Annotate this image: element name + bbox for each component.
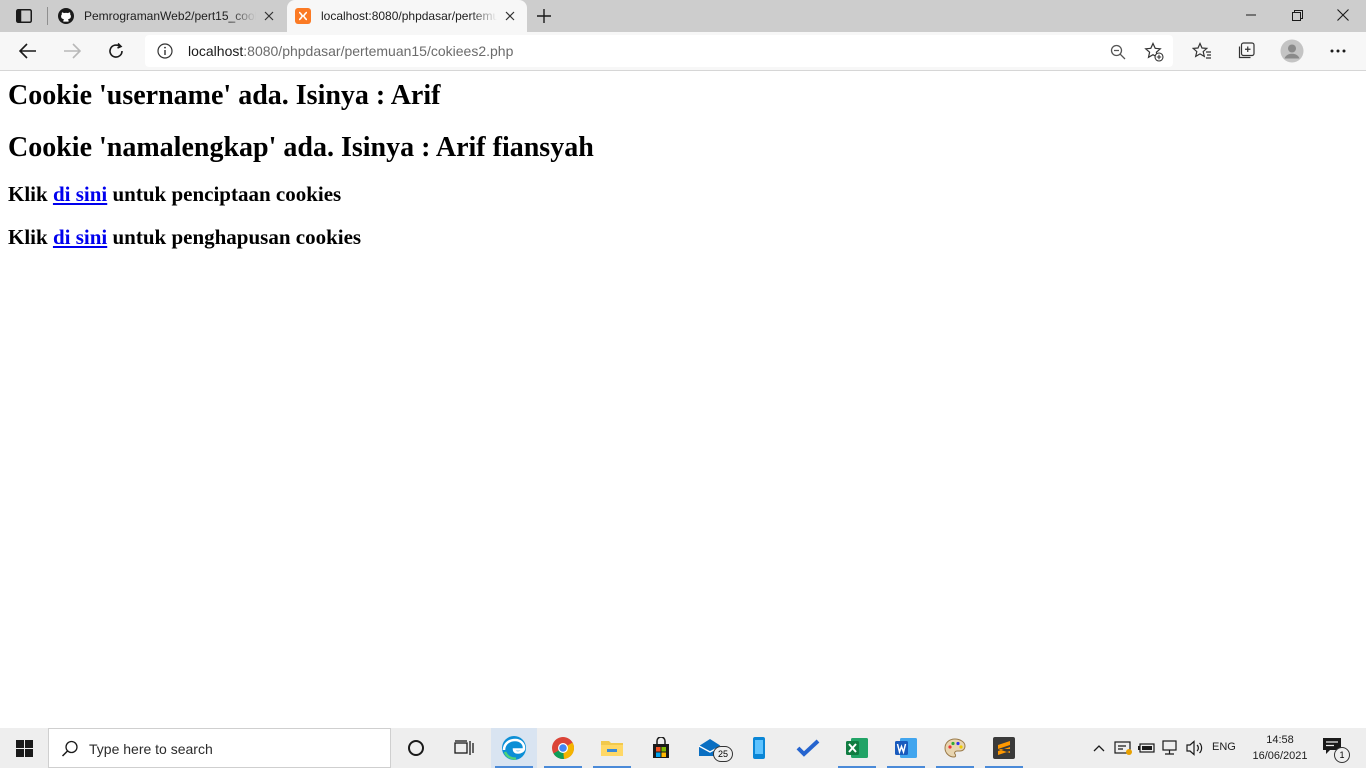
new-tab-button[interactable] (533, 6, 555, 26)
file-explorer-icon[interactable] (589, 728, 635, 768)
todo-icon[interactable] (785, 728, 831, 768)
tab-actions-icon[interactable] (10, 6, 38, 26)
chrome-taskbar-icon[interactable] (540, 728, 586, 768)
github-icon (58, 8, 74, 24)
volume-icon[interactable] (1186, 739, 1204, 757)
tab-close-icon[interactable] (501, 7, 519, 25)
word-icon[interactable] (883, 728, 929, 768)
line-prefix: Klik (8, 225, 53, 249)
xampp-icon (295, 8, 311, 24)
delete-cookies-link[interactable]: di sini (53, 225, 107, 249)
line-suffix: untuk penciptaan cookies (107, 182, 342, 206)
clock-time: 14:58 (1266, 734, 1294, 746)
favorites-icon[interactable] (1186, 35, 1218, 67)
url-text[interactable]: localhost:8080/phpdasar/pertemuan15/coki… (188, 43, 513, 59)
tab-localhost[interactable]: localhost:8080/phpdasar/pertemuan15/coki… (287, 0, 527, 32)
cortana-icon[interactable] (393, 728, 439, 768)
zoom-icon[interactable] (1107, 41, 1129, 63)
language-indicator[interactable]: ENG (1212, 741, 1236, 753)
tab-separator (47, 7, 48, 25)
sublime-text-icon[interactable] (981, 728, 1027, 768)
tray-app-icon[interactable] (1114, 739, 1132, 757)
phone-app-icon[interactable] (736, 728, 782, 768)
notification-badge: 1 (1334, 747, 1350, 763)
paint-icon[interactable] (932, 728, 978, 768)
refresh-button[interactable] (100, 35, 132, 67)
windows-logo-icon (15, 739, 33, 757)
line-suffix: untuk penghapusan cookies (107, 225, 362, 249)
clock-date: 16/06/2021 (1252, 750, 1308, 762)
page-content: Cookie 'username' ada. Isinya : Arif Coo… (0, 71, 1366, 728)
mail-badge: 25 (713, 746, 733, 762)
task-view-icon[interactable] (441, 728, 487, 768)
collections-icon[interactable] (1230, 35, 1262, 67)
site-info-icon[interactable] (157, 43, 173, 64)
taskbar-search-box[interactable]: Type here to search (48, 728, 391, 768)
show-hidden-icons-icon[interactable] (1090, 739, 1108, 757)
url-path: :8080/phpdasar/pertemuan15/cokiees2.php (243, 43, 514, 59)
address-bar[interactable]: localhost:8080/phpdasar/pertemuan15/coki… (145, 35, 1173, 67)
windows-taskbar: Type here to search 25 ENG 14:58 16/06/2… (0, 728, 1366, 768)
url-host: localhost (188, 43, 244, 59)
battery-icon[interactable] (1138, 739, 1156, 757)
tab-github[interactable]: PemrogramanWeb2/pert15_cookies at main (50, 0, 286, 32)
excel-icon[interactable] (834, 728, 880, 768)
search-icon (61, 740, 79, 763)
back-button[interactable] (12, 35, 44, 67)
create-cookies-link[interactable]: di sini (53, 182, 107, 206)
add-favorite-icon[interactable] (1143, 41, 1165, 63)
line-prefix: Klik (8, 182, 53, 206)
cookie-username-heading: Cookie 'username' ada. Isinya : Arif (8, 80, 441, 111)
notifications-icon[interactable]: 1 (1322, 737, 1350, 763)
mail-icon[interactable]: 25 (687, 728, 733, 768)
network-icon[interactable] (1162, 739, 1180, 757)
profile-avatar-icon[interactable] (1276, 35, 1308, 67)
delete-cookies-line: Klik di sini untuk penghapusan cookies (8, 227, 361, 248)
cookie-namalengkap-heading: Cookie 'namalengkap' ada. Isinya : Arif … (8, 132, 594, 163)
tab-title: PemrogramanWeb2/pert15_cookies at main (84, 9, 256, 23)
browser-tab-strip: PemrogramanWeb2/pert15_cookies at main l… (0, 0, 1366, 32)
browser-toolbar: localhost:8080/phpdasar/pertemuan15/coki… (0, 32, 1366, 71)
minimize-button[interactable] (1228, 0, 1274, 30)
start-button[interactable] (0, 728, 48, 768)
forward-button[interactable] (56, 35, 88, 67)
store-icon[interactable] (638, 728, 684, 768)
search-placeholder: Type here to search (89, 741, 213, 757)
edge-taskbar-icon[interactable] (491, 728, 537, 768)
create-cookies-line: Klik di sini untuk penciptaan cookies (8, 184, 341, 205)
tab-close-icon[interactable] (260, 7, 278, 25)
restore-button[interactable] (1274, 0, 1320, 30)
close-window-button[interactable] (1320, 0, 1366, 30)
settings-more-icon[interactable] (1322, 35, 1354, 67)
taskbar-clock[interactable]: 14:58 16/06/2021 (1246, 732, 1314, 764)
tab-title: localhost:8080/phpdasar/pertemuan15/coki… (321, 9, 497, 23)
